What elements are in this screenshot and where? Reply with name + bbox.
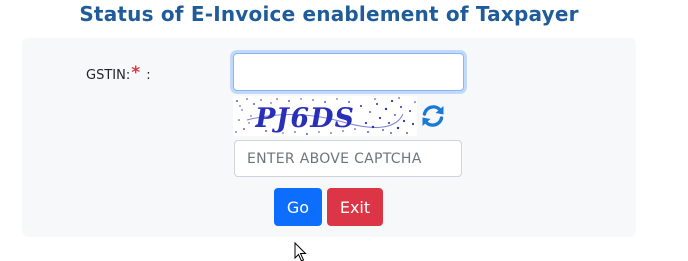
page: Status of E-Invoice enablement of Taxpay… bbox=[0, 0, 688, 261]
mouse-cursor-icon bbox=[294, 242, 307, 261]
captcha-image: PJ6DS bbox=[233, 96, 417, 136]
go-button[interactable]: Go bbox=[274, 188, 322, 226]
gstin-label-text: GSTIN: bbox=[86, 68, 131, 83]
refresh-icon[interactable] bbox=[420, 103, 446, 129]
captcha-text: PJ6DS bbox=[252, 102, 357, 134]
required-asterisk: * bbox=[131, 63, 141, 83]
page-title: Status of E-Invoice enablement of Taxpay… bbox=[79, 2, 579, 26]
gstin-label: GSTIN:* : bbox=[86, 63, 151, 84]
captcha-input[interactable] bbox=[234, 140, 462, 177]
gstin-input[interactable] bbox=[233, 53, 464, 91]
exit-button[interactable]: Exit bbox=[327, 188, 383, 226]
label-separator: : bbox=[146, 68, 151, 83]
